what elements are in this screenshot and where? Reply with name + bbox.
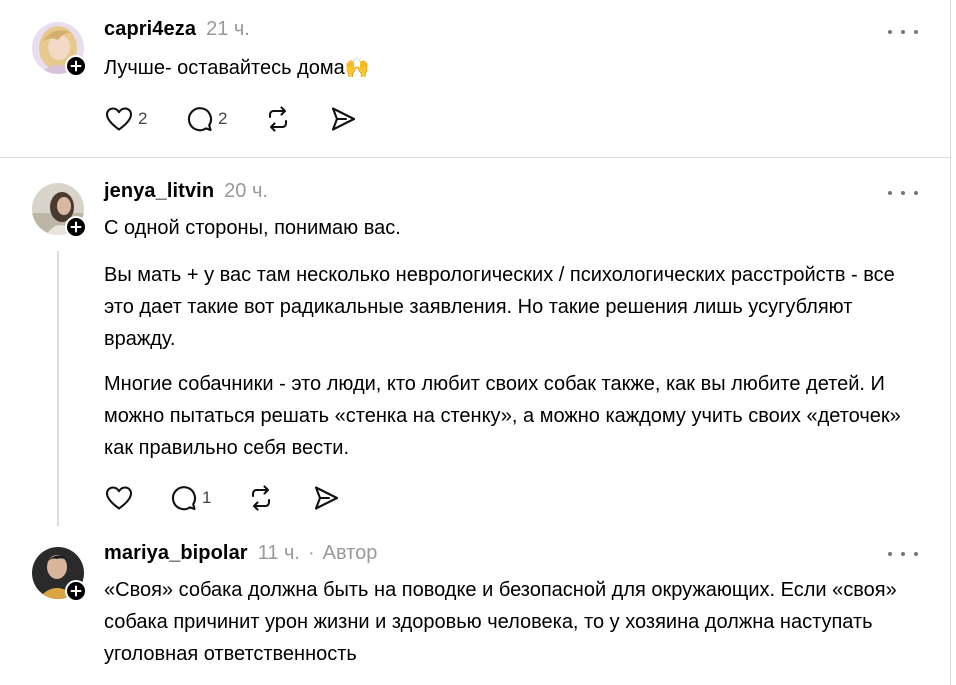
follow-button[interactable] <box>65 580 87 602</box>
post-mariya-bipolar: mariya_bipolar 11 ч. · Автор «Своя» соба… <box>0 528 950 685</box>
repost-button[interactable] <box>246 483 276 513</box>
meta-separator: · <box>307 542 315 564</box>
avatar-wrap <box>32 183 87 238</box>
repost-icon <box>251 485 271 511</box>
reply-count: 2 <box>218 109 228 128</box>
share-icon <box>314 486 339 510</box>
like-button[interactable] <box>104 483 134 513</box>
author-badge: Автор <box>322 542 378 564</box>
post-header: jenya_litvin 20 ч. <box>104 180 268 206</box>
post-paragraph: Многие собачники - это люди, кто любит с… <box>104 373 901 459</box>
plus-icon <box>70 60 82 72</box>
thread-line <box>57 251 59 526</box>
post-text: «Своя» собака должна быть на поводке и б… <box>104 579 897 665</box>
more-icon[interactable] <box>888 24 918 40</box>
share-icon <box>331 107 356 131</box>
post-capri4eza: capri4eza 21 ч. Лучше- оставайтесь дома🙌… <box>0 0 950 157</box>
more-icon[interactable] <box>888 185 918 201</box>
share-button[interactable] <box>328 104 358 134</box>
like-button[interactable]: 2 <box>104 104 147 134</box>
reply-button[interactable]: 1 <box>168 483 211 513</box>
post-text: Лучше- оставайтесь дома🙌 <box>104 57 370 79</box>
post-header: capri4eza 21 ч. <box>104 18 250 44</box>
comment-icon <box>187 107 212 132</box>
reply-button[interactable]: 2 <box>184 104 227 134</box>
post-header: mariya_bipolar 11 ч. · Автор <box>104 542 377 568</box>
username[interactable]: capri4eza <box>104 18 196 41</box>
right-border <box>950 0 951 685</box>
follow-button[interactable] <box>65 55 87 77</box>
post-jenya-litvin: jenya_litvin 20 ч. С одной стороны, пони… <box>0 158 950 528</box>
more-icon[interactable] <box>888 546 918 562</box>
post-paragraph: С одной стороны, понимаю вас. <box>104 217 401 239</box>
heart-icon <box>105 486 133 510</box>
plus-icon <box>70 221 82 233</box>
avatar-wrap <box>32 22 87 77</box>
post-paragraph: Вы мать + у вас там несколько неврологич… <box>104 264 895 350</box>
share-button[interactable] <box>311 483 341 513</box>
follow-button[interactable] <box>65 216 87 238</box>
reply-count: 1 <box>202 488 212 507</box>
like-count: 2 <box>138 109 148 128</box>
post-time[interactable]: 20 ч. <box>224 180 268 203</box>
avatar-wrap <box>32 547 87 602</box>
plus-icon <box>70 585 82 597</box>
heart-icon <box>105 107 133 131</box>
comment-icon <box>171 486 196 511</box>
post-time[interactable]: 21 ч. <box>206 18 250 41</box>
username[interactable]: mariya_bipolar <box>104 542 248 565</box>
post-time[interactable]: 11 ч. <box>258 542 300 565</box>
username[interactable]: jenya_litvin <box>104 180 214 203</box>
repost-button[interactable] <box>263 104 293 134</box>
repost-icon <box>268 106 288 132</box>
